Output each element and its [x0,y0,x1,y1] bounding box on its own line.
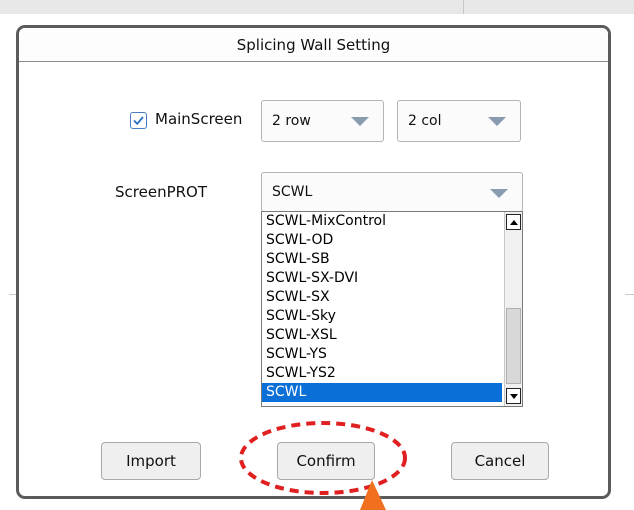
list-scrollbar[interactable] [504,212,522,406]
checkmark-icon [133,116,144,126]
screen-prot-dropdown[interactable]: SCWL [261,172,523,212]
cols-value: 2 col [408,113,442,129]
cancel-button[interactable]: Cancel [451,442,549,480]
splicing-wall-dialog: Splicing Wall Setting MainScreen 2 row 2… [16,25,611,499]
chevron-down-icon [351,117,369,126]
scroll-thumb[interactable] [506,308,521,384]
list-item[interactable]: SCWL-XSL [262,326,502,345]
rows-dropdown[interactable]: 2 row [261,100,384,142]
chevron-down-icon [490,189,508,198]
list-item[interactable]: SCWL-SB [262,250,502,269]
list-item[interactable]: SCWL [262,383,502,402]
background-top-strip [0,0,634,14]
arrow-up-icon [509,219,518,225]
arrow-down-icon [509,393,518,399]
import-button[interactable]: Import [101,442,201,480]
dialog-title: Splicing Wall Setting [19,28,608,62]
screen-prot-value: SCWL [272,184,313,200]
option-list-items: SCWL-MixControl SCWL-OD SCWL-SB SCWL-SX-DVI… [262,212,502,402]
list-item[interactable]: SCWL-YS [262,345,502,364]
background-divider-right [625,294,634,295]
list-item[interactable]: SCWL-YS2 [262,364,502,383]
chevron-down-icon [488,117,506,126]
scroll-down-button[interactable] [506,388,521,404]
main-screen-label: MainScreen [155,110,243,128]
screen-prot-option-list[interactable]: SCWL-MixControl SCWL-OD SCWL-SB SCWL-SX-DVI… [261,211,523,407]
rows-value: 2 row [272,113,311,129]
main-screen-checkbox[interactable] [130,112,147,129]
list-item[interactable]: SCWL-MixControl [262,212,502,231]
list-item[interactable]: SCWL-SX [262,288,502,307]
confirm-button[interactable]: Confirm [277,442,375,480]
scroll-up-button[interactable] [506,214,521,230]
cols-dropdown[interactable]: 2 col [397,100,521,142]
screen-prot-label: ScreenPROT [115,183,208,201]
list-item[interactable]: SCWL-SX-DVI [262,269,502,288]
list-item[interactable]: SCWL-Sky [262,307,502,326]
background-divider [463,0,464,14]
list-item[interactable]: SCWL-OD [262,231,502,250]
